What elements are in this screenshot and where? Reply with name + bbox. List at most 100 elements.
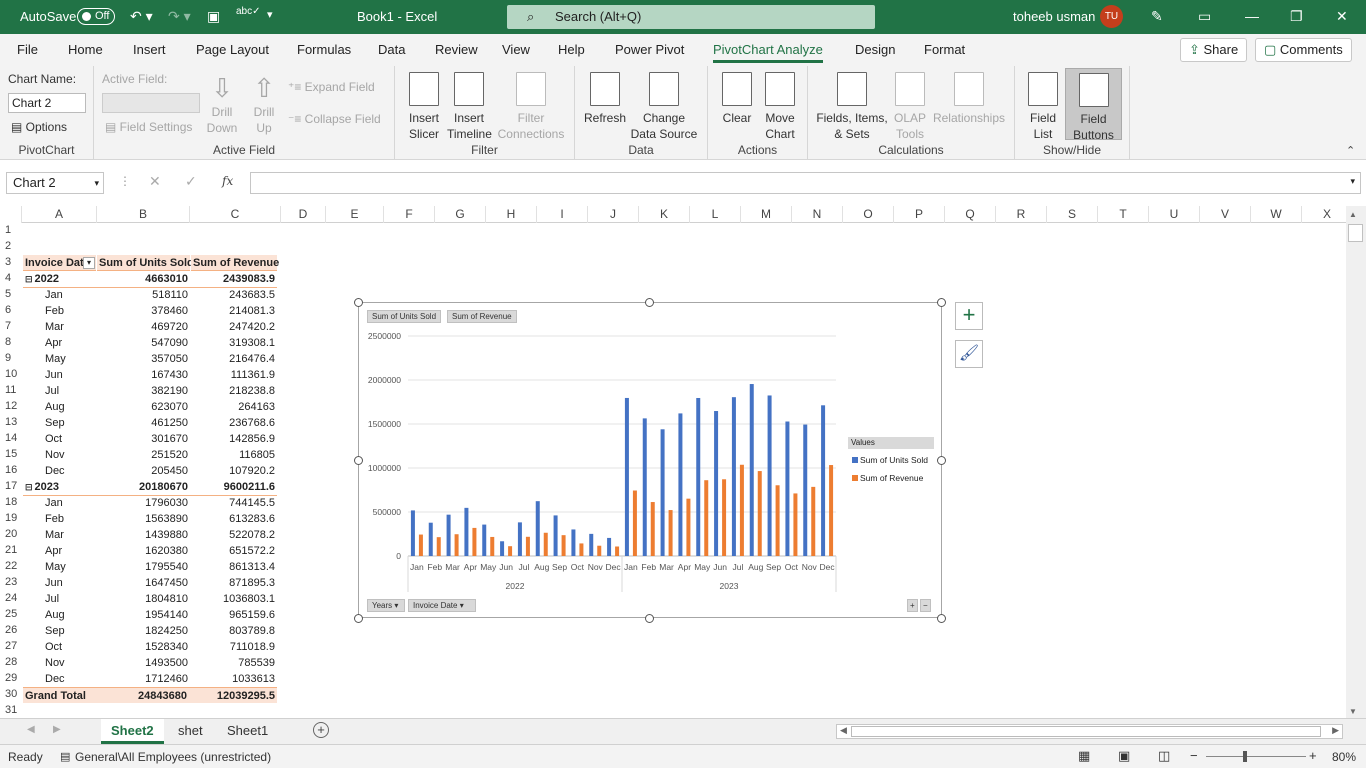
expand-axis-button[interactable]: +: [907, 599, 918, 612]
olap-tools-button[interactable]: OLAP Tools: [890, 72, 930, 142]
share-button[interactable]: ⇪ Share: [1180, 38, 1248, 62]
resize-handle[interactable]: [354, 298, 363, 307]
row-header[interactable]: 11: [0, 384, 22, 396]
row-header[interactable]: 14: [0, 432, 22, 444]
column-header[interactable]: M: [741, 206, 792, 223]
drill-up-button[interactable]: ⇧ Drill Up: [246, 72, 282, 136]
row-header[interactable]: 19: [0, 512, 22, 524]
column-header[interactable]: K: [639, 206, 690, 223]
tab-review[interactable]: Review: [435, 42, 478, 57]
revenue-cell[interactable]: 2439083.9: [191, 271, 275, 287]
month-row-label[interactable]: Jan: [23, 287, 96, 303]
month-row-label[interactable]: Feb: [23, 303, 96, 319]
column-header[interactable]: B: [97, 206, 190, 223]
revenue-cell[interactable]: 785539: [191, 655, 275, 671]
row-header[interactable]: 21: [0, 544, 22, 556]
next-sheet-icon[interactable]: ▶: [53, 724, 61, 735]
tab-page-layout[interactable]: Page Layout: [196, 42, 269, 57]
revenue-cell[interactable]: 613283.6: [191, 511, 275, 527]
units-cell[interactable]: 382190: [97, 383, 188, 399]
cancel-icon[interactable]: ✕: [149, 173, 161, 190]
month-row-label[interactable]: Oct: [23, 431, 96, 447]
units-cell[interactable]: 461250: [97, 415, 188, 431]
row-header[interactable]: 15: [0, 448, 22, 460]
search-box[interactable]: ⌕ Search (Alt+Q): [507, 5, 875, 29]
units-cell[interactable]: 357050: [97, 351, 188, 367]
refresh-button[interactable]: Refresh: [583, 72, 627, 126]
revenue-cell[interactable]: 111361.9: [191, 367, 275, 383]
sensitivity-label[interactable]: General\All Employees (unrestricted): [75, 750, 271, 764]
units-cell[interactable]: 1528340: [97, 639, 188, 655]
normal-view-icon[interactable]: ▦: [1078, 748, 1090, 764]
resize-handle[interactable]: [354, 456, 363, 465]
units-cell[interactable]: 4663010: [97, 271, 188, 287]
spelling-icon[interactable]: abc✓: [236, 6, 261, 17]
enter-icon[interactable]: ✓: [185, 173, 197, 190]
column-header[interactable]: J: [588, 206, 639, 223]
row-header[interactable]: 22: [0, 560, 22, 572]
row-header[interactable]: 31: [0, 704, 22, 716]
field-buttons-button[interactable]: Field Buttons: [1065, 68, 1122, 142]
row-header[interactable]: 2: [0, 240, 22, 252]
units-cell[interactable]: 1620380: [97, 543, 188, 559]
axis-button-years[interactable]: Years ▾: [367, 599, 405, 612]
revenue-cell[interactable]: 744145.5: [191, 495, 275, 511]
row-header[interactable]: 3: [0, 256, 22, 268]
options-button[interactable]: ▤ Options: [11, 120, 67, 134]
month-row-label[interactable]: Oct: [23, 639, 96, 655]
tab-format[interactable]: Format: [924, 42, 965, 57]
axis-button-invoice-date[interactable]: Invoice Date ▾: [408, 599, 476, 612]
units-cell[interactable]: 1647450: [97, 575, 188, 591]
page-layout-view-icon[interactable]: ▣: [1118, 748, 1130, 764]
resize-handle[interactable]: [937, 614, 946, 623]
units-cell[interactable]: 1796030: [97, 495, 188, 511]
resize-handle[interactable]: [354, 614, 363, 623]
units-cell[interactable]: 1804810: [97, 591, 188, 607]
pivot-header-revenue[interactable]: Sum of Revenue: [191, 255, 279, 271]
value-button-units[interactable]: Sum of Units Sold: [367, 310, 442, 323]
sheet-tab-sheet2[interactable]: Sheet2: [101, 719, 164, 744]
select-all-corner[interactable]: [0, 206, 22, 223]
units-cell[interactable]: 1493500: [97, 655, 188, 671]
row-header[interactable]: 10: [0, 368, 22, 380]
revenue-cell[interactable]: 247420.2: [191, 319, 275, 335]
column-header[interactable]: G: [435, 206, 486, 223]
fields-items-sets-button[interactable]: Fields, Items, & Sets: [816, 72, 888, 142]
clear-button[interactable]: Clear: [718, 72, 756, 126]
row-header[interactable]: 26: [0, 624, 22, 636]
month-row-label[interactable]: Nov: [23, 655, 96, 671]
revenue-cell[interactable]: 9600211.6: [191, 479, 275, 495]
insert-timeline-button[interactable]: Insert Timeline: [447, 72, 492, 142]
comments-button[interactable]: ▢ Comments: [1255, 38, 1352, 62]
sheet-tab-shet[interactable]: shet: [168, 719, 213, 744]
revenue-cell[interactable]: 107920.2: [191, 463, 275, 479]
year-row-label[interactable]: ⊟ 2023: [23, 479, 96, 495]
restore-icon[interactable]: ❐: [1290, 8, 1303, 25]
vertical-scrollbar[interactable]: ▲ ▼: [1346, 206, 1366, 718]
relationships-button[interactable]: Relationships: [932, 72, 1006, 126]
row-header[interactable]: 23: [0, 576, 22, 588]
month-row-label[interactable]: Sep: [23, 623, 96, 639]
column-header[interactable]: W: [1251, 206, 1302, 223]
column-header[interactable]: C: [190, 206, 281, 223]
units-cell[interactable]: 378460: [97, 303, 188, 319]
month-row-label[interactable]: Jun: [23, 575, 96, 591]
units-cell[interactable]: 1439880: [97, 527, 188, 543]
column-header[interactable]: S: [1047, 206, 1098, 223]
month-row-label[interactable]: Dec: [23, 671, 96, 687]
chart-elements-button[interactable]: +: [955, 302, 983, 330]
pivot-header-invoice-date[interactable]: Invoice Dat ▾: [23, 255, 96, 271]
redo-icon[interactable]: ↷ ▾: [168, 8, 191, 25]
revenue-cell[interactable]: 236768.6: [191, 415, 275, 431]
column-header[interactable]: Q: [945, 206, 996, 223]
tab-pivotchart-analyze[interactable]: PivotChart Analyze: [713, 42, 823, 63]
units-cell[interactable]: 1563890: [97, 511, 188, 527]
revenue-cell[interactable]: 264163: [191, 399, 275, 415]
month-row-label[interactable]: Jul: [23, 591, 96, 607]
row-header[interactable]: 17: [0, 480, 22, 492]
row-header[interactable]: 1: [0, 224, 22, 236]
tab-formulas[interactable]: Formulas: [297, 42, 351, 57]
prev-sheet-icon[interactable]: ◀: [27, 724, 35, 735]
insert-slicer-button[interactable]: Insert Slicer: [405, 72, 443, 142]
expand-field-button[interactable]: ⁺≡ Expand Field: [288, 80, 375, 94]
